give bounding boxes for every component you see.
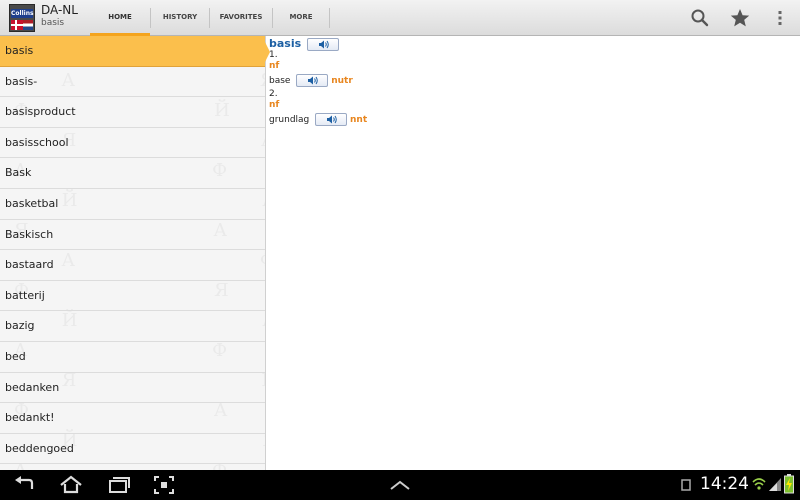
tab-more[interactable]: MORE: [273, 0, 329, 36]
word-list[interactable]: Й Я A Ф Й A Я Ф A Я Ф Й A Я A Я A Й Ф Й …: [0, 36, 266, 470]
translation: base: [269, 75, 291, 86]
list-item[interactable]: bedankt!: [0, 403, 265, 434]
home-icon[interactable]: [58, 474, 84, 496]
list-item[interactable]: basis-: [0, 67, 265, 98]
list-item[interactable]: Bask: [0, 158, 265, 189]
list-item[interactable]: basisschool: [0, 128, 265, 159]
list-item[interactable]: basis: [0, 36, 265, 67]
list-item[interactable]: basketbal: [0, 189, 265, 220]
list-item[interactable]: basisproduct: [0, 97, 265, 128]
recent-apps-icon[interactable]: [106, 474, 132, 496]
tab-history[interactable]: HISTORY: [151, 0, 209, 36]
entry-headword: basis: [269, 37, 302, 50]
dutch-flag-icon: [23, 20, 33, 30]
part-of-speech: nf: [269, 100, 280, 110]
chevron-up-icon[interactable]: [388, 478, 412, 492]
speaker-icon: [327, 115, 337, 123]
app-title: DA-NL: [41, 3, 78, 17]
tab-favorites[interactable]: FAVORITES: [210, 0, 272, 36]
tab-divider: [329, 8, 330, 28]
translation: grundlag: [269, 114, 310, 125]
gender-label: nutr: [331, 75, 353, 86]
tab-home[interactable]: HOME: [90, 0, 150, 36]
battery-charging-icon: [784, 474, 794, 494]
search-icon[interactable]: [689, 7, 711, 29]
sense-number: 2.: [269, 88, 278, 99]
wifi-icon: [752, 478, 766, 490]
pronunciation-button[interactable]: [315, 112, 348, 126]
screenshot-icon[interactable]: [152, 474, 176, 496]
back-icon[interactable]: [12, 474, 38, 496]
action-bar: Collins DA-NL basis HOME HISTORY FAVORIT…: [0, 0, 800, 36]
pronunciation-button[interactable]: [296, 73, 329, 87]
part-of-speech: nf: [269, 61, 280, 71]
star-icon[interactable]: [729, 7, 751, 29]
list-item[interactable]: bazig: [0, 311, 265, 342]
list-item[interactable]: beddengoed: [0, 434, 265, 465]
list-item[interactable]: bed: [0, 342, 265, 373]
app-logo[interactable]: Collins: [9, 4, 35, 32]
list-item[interactable]: batterij: [0, 281, 265, 312]
list-item[interactable]: Baskisch: [0, 220, 265, 251]
notification-icon[interactable]: [680, 478, 692, 492]
overflow-menu-icon[interactable]: [769, 7, 791, 29]
speaker-icon: [319, 40, 329, 49]
status-clock: 14:24: [700, 474, 749, 494]
list-item[interactable]: bastaard: [0, 250, 265, 281]
danish-flag-icon: [11, 20, 23, 30]
gender-label: nnt: [350, 114, 368, 125]
current-word-subtitle: basis: [41, 18, 65, 28]
system-nav-bar: 14:24: [0, 470, 800, 500]
speaker-icon: [308, 76, 319, 84]
list-item[interactable]: bedanken: [0, 373, 265, 404]
collins-brand-label: Collins: [11, 9, 34, 18]
sense-number: 1.: [269, 49, 278, 60]
pronunciation-button[interactable]: [307, 38, 340, 51]
signal-icon: [769, 478, 781, 491]
dictionary-entry: basis 1. nf base nutr 2. nf grundlag nnt: [269, 38, 799, 128]
